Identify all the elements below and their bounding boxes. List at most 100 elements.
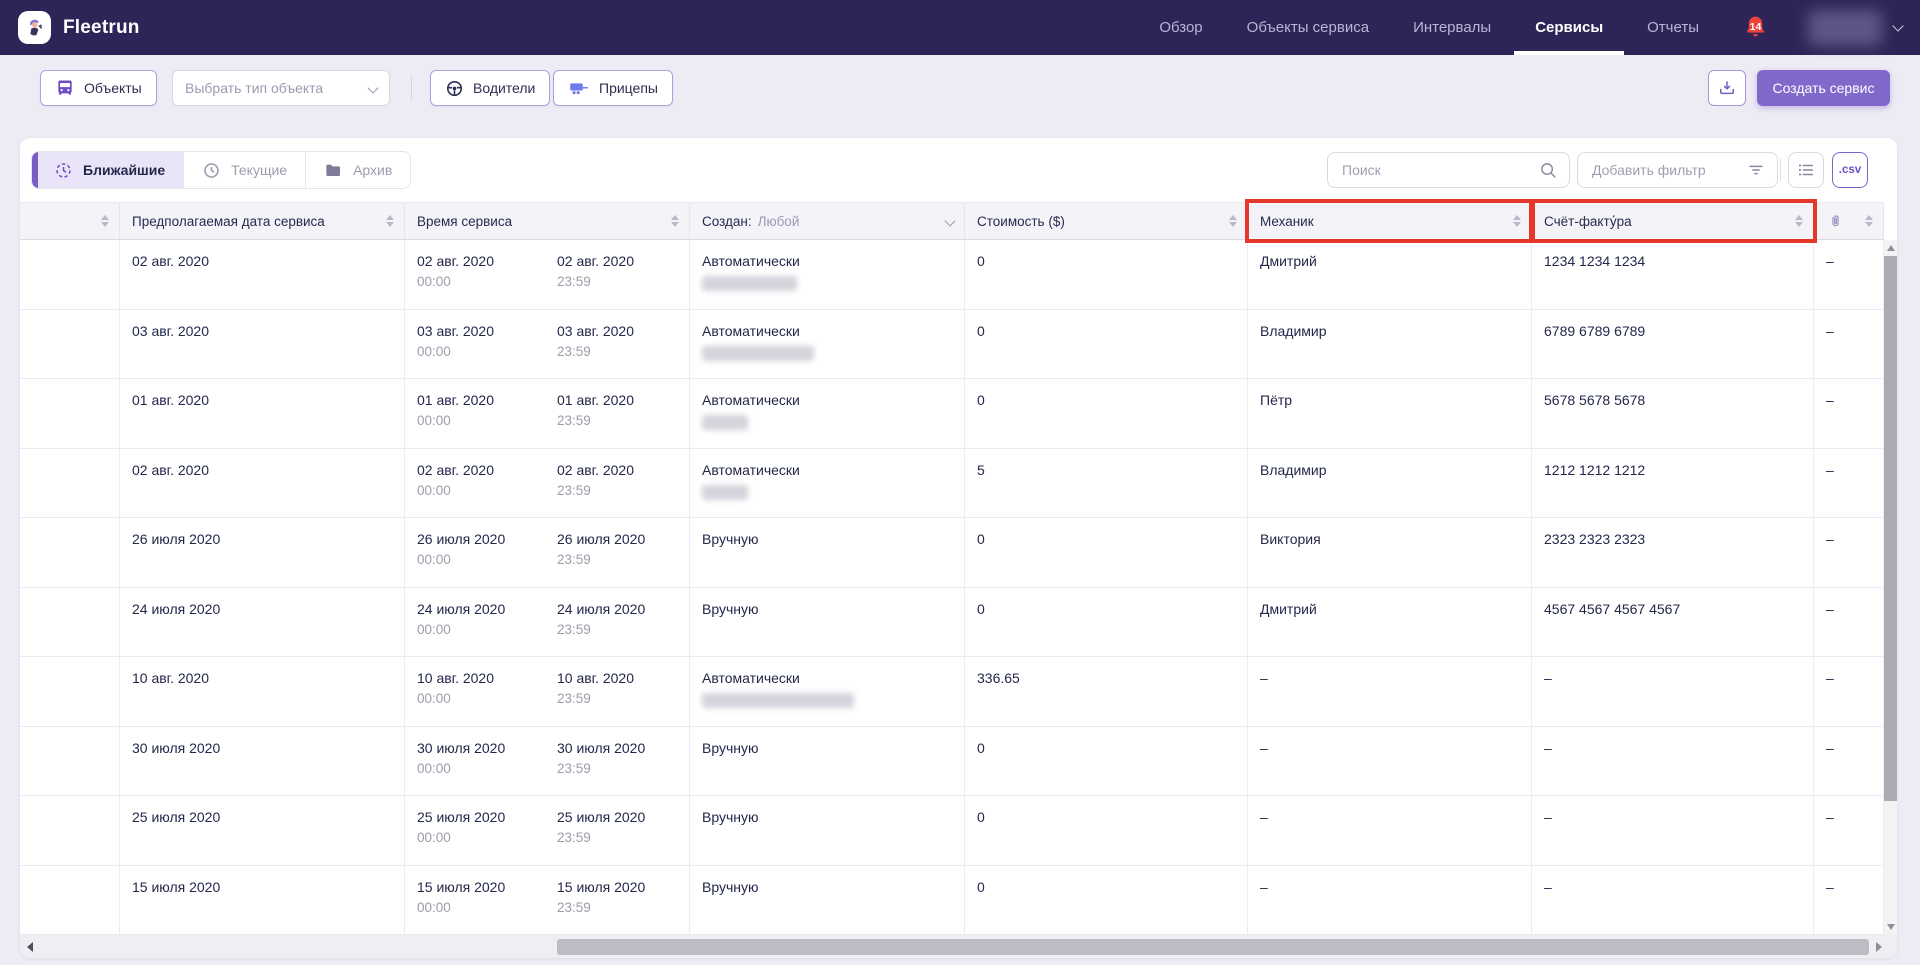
cell-estimated-date: 02 авг. 2020 [120, 449, 405, 519]
search-input[interactable] [1340, 161, 1531, 179]
header-estimated-date[interactable]: Предполагаемая дата сервиса [120, 202, 405, 240]
cell-service-time: 15 июля 202000:0015 июля 202023:59 [405, 866, 690, 936]
table-row[interactable]: 03 авг. 202003 авг. 202000:0003 авг. 202… [20, 310, 1884, 380]
created-method: Вручную [702, 879, 952, 895]
service-start-time: 00:00 [417, 552, 557, 567]
nav-overview[interactable]: Обзор [1159, 0, 1202, 55]
download-icon [1717, 78, 1737, 98]
cell-select [20, 588, 120, 658]
export-download-button[interactable] [1708, 70, 1746, 106]
service-end-date: 15 июля 2020 [557, 879, 690, 895]
created-method: Автоматически [702, 462, 952, 478]
service-tabs: Ближайшие Текущие Архив [31, 151, 411, 189]
table-row[interactable]: 10 авг. 202010 авг. 202000:0010 авг. 202… [20, 657, 1884, 727]
created-method: Вручную [702, 740, 952, 756]
created-redacted-text [702, 346, 814, 361]
cell-estimated-date: 01 авг. 2020 [120, 379, 405, 449]
created-redacted-text [702, 693, 854, 708]
export-csv-button[interactable]: .csv [1832, 152, 1868, 188]
table-row[interactable]: 01 авг. 2020 01 авг. 202000:0001 авг. 202… [20, 379, 1884, 449]
object-type-select[interactable]: Выбрать тип объекта [172, 70, 390, 106]
header-cost[interactable]: Стоимость ($) [965, 202, 1248, 240]
scroll-right-arrow-icon[interactable] [1876, 942, 1882, 952]
folder-icon [324, 161, 343, 180]
paperclip-icon [1828, 213, 1843, 229]
table-row[interactable]: 30 июля 202030 июля 202000:0030 июля 202… [20, 727, 1884, 797]
service-end: 15 июля 202023:59 [557, 879, 690, 915]
trailers-button-label: Прицепы [599, 80, 658, 96]
sort-icon [1229, 215, 1237, 227]
user-name-redacted[interactable] [1808, 10, 1882, 46]
cell-attachment: – [1814, 379, 1884, 449]
add-filter-input[interactable] [1590, 161, 1739, 179]
header-mechanic[interactable]: Механик [1248, 202, 1532, 240]
controls-divider [1780, 158, 1781, 182]
cell-service-time: 03 авг. 202000:0003 авг. 202023:59 [405, 310, 690, 380]
trailer-icon [568, 78, 590, 98]
cell-cost: 0 [965, 310, 1248, 380]
cell-invoice: 1234 1234 1234 [1532, 240, 1814, 310]
service-end: 02 авг. 202023:59 [557, 462, 690, 498]
notification-count-badge: 14 [1750, 21, 1762, 33]
user-menu-chevron-down-icon[interactable] [1892, 20, 1903, 31]
cell-attachment: – [1814, 657, 1884, 727]
objects-button[interactable]: Объекты [40, 70, 157, 106]
cell-created: Вручную [690, 588, 965, 658]
nav-intervals[interactable]: Интервалы [1413, 0, 1491, 55]
notifications-bell-icon[interactable]: 14 [1743, 14, 1768, 41]
trailers-button[interactable]: Прицепы [553, 70, 673, 106]
header-service-time[interactable]: Время сервиса [405, 202, 690, 240]
csv-label: .csv [1839, 164, 1861, 176]
horizontal-scrollbar[interactable] [20, 935, 1897, 958]
table-row[interactable]: 24 июля 202024 июля 202000:0024 июля 202… [20, 588, 1884, 658]
service-start-time: 00:00 [417, 344, 557, 359]
vertical-scrollbar[interactable] [1884, 240, 1897, 935]
header-invoice[interactable]: Счёт-факту́ра [1532, 202, 1814, 240]
tab-archive[interactable]: Архив [306, 152, 410, 188]
cell-invoice: 2323 2323 2323 [1532, 518, 1814, 588]
service-start-date: 10 авг. 2020 [417, 670, 557, 686]
tab-current[interactable]: Текущие [184, 152, 306, 188]
nav-service-objects[interactable]: Объекты сервиса [1247, 0, 1369, 55]
scroll-left-arrow-icon[interactable] [27, 942, 33, 952]
created-method: Вручную [702, 601, 952, 617]
created-method: Вручную [702, 531, 952, 547]
nav-services[interactable]: Сервисы [1535, 0, 1603, 55]
header-created-filter[interactable]: Создан: Любой [690, 202, 965, 240]
created-method: Вручную [702, 809, 952, 825]
create-service-button[interactable]: Создать сервис [1757, 70, 1890, 106]
service-end: 01 авг. 202023:59 [557, 392, 690, 428]
table-row[interactable]: 25 июля 202025 июля 202000:0025 июля 202… [20, 796, 1884, 866]
main-nav: Обзор Объекты сервиса Интервалы Сервисы … [1159, 0, 1902, 55]
table-row[interactable]: 02 авг. 202002 авг. 202000:0002 авг. 202… [20, 449, 1884, 519]
service-start-date: 15 июля 2020 [417, 879, 557, 895]
scroll-up-arrow-icon[interactable] [1887, 245, 1895, 251]
drivers-button[interactable]: Водители [430, 70, 550, 106]
table-row[interactable]: 02 авг. 202002 авг. 202000:0002 авг. 202… [20, 240, 1884, 310]
cell-invoice: – [1532, 796, 1814, 866]
table-row[interactable]: 15 июля 202015 июля 202000:0015 июля 202… [20, 866, 1884, 936]
scroll-down-arrow-icon[interactable] [1887, 924, 1895, 930]
service-start-date: 03 авг. 2020 [417, 323, 557, 339]
service-start-time: 00:00 [417, 274, 557, 289]
service-start: 02 авг. 202000:00 [417, 253, 557, 289]
tab-upcoming[interactable]: Ближайшие [32, 152, 184, 188]
cell-select [20, 310, 120, 380]
vertical-scrollbar-thumb[interactable] [1884, 256, 1897, 801]
cell-invoice: 4567 4567 4567 4567 [1532, 588, 1814, 658]
cell-mechanic: Владимир [1248, 310, 1532, 380]
nav-reports[interactable]: Отчеты [1647, 0, 1699, 55]
service-start-date: 30 июля 2020 [417, 740, 557, 756]
tab-current-label: Текущие [231, 162, 287, 178]
cell-estimated-date: 10 авг. 2020 [120, 657, 405, 727]
list-view-button[interactable] [1788, 152, 1824, 188]
horizontal-scrollbar-thumb[interactable] [557, 939, 1869, 955]
cell-estimated-date: 02 авг. 2020 [120, 240, 405, 310]
table-row[interactable]: 26 июля 202026 июля 202000:0026 июля 202… [20, 518, 1884, 588]
header-select-column[interactable] [20, 202, 120, 240]
cell-service-time: 26 июля 202000:0026 июля 202023:59 [405, 518, 690, 588]
service-start: 01 авг. 202000:00 [417, 392, 557, 428]
cell-created: Автоматически [690, 449, 965, 519]
service-start: 15 июля 202000:00 [417, 879, 557, 915]
header-attachments[interactable] [1814, 202, 1884, 240]
